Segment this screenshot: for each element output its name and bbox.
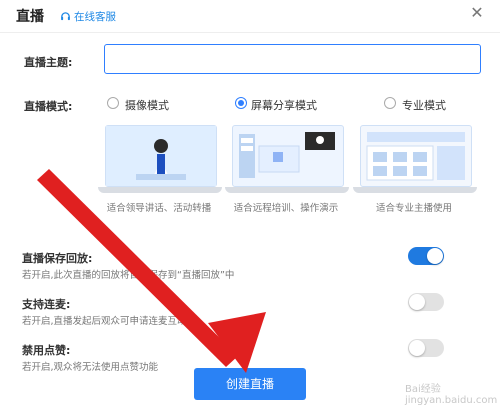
grid-layout-icon	[366, 132, 465, 181]
professional-caption: 适合专业主播使用	[375, 203, 452, 214]
mode-option-label: 摄像模式	[125, 99, 169, 112]
save-replay-title: 直播保存回放:	[22, 252, 93, 265]
mode-option-label: 专业模式	[402, 99, 446, 112]
co-host-desc: 若开启,直播发起后观众可申请连麦互动	[22, 316, 187, 327]
disable-likes-desc: 若开启,观众将无法使用点赞功能	[22, 362, 159, 373]
toggle-knob	[409, 294, 425, 310]
disable-likes-title: 禁用点赞:	[22, 344, 71, 357]
close-button[interactable]: ✕	[468, 4, 486, 22]
headset-icon	[61, 12, 70, 21]
disable-likes-toggle[interactable]	[408, 339, 444, 357]
topic-label: 直播主题:	[24, 56, 73, 69]
camera-preview-screen	[105, 125, 217, 187]
screen-share-preview-screen	[232, 125, 344, 187]
watermark: Bai经验 jingyan.baidu.com	[405, 384, 498, 406]
mode-option-label: 屏幕分享模式	[251, 99, 317, 112]
radio-professional[interactable]	[384, 97, 396, 109]
toggle-knob	[427, 248, 443, 264]
presenter-icon	[106, 126, 216, 186]
co-host-toggle[interactable]	[408, 293, 444, 311]
dialog-title: 直播	[16, 9, 44, 25]
professional-preview-screen	[360, 125, 472, 187]
mode-option-camera[interactable]: 摄像模式	[107, 97, 227, 113]
mode-option-professional[interactable]: 专业模式	[384, 97, 500, 113]
mode-option-screen-share[interactable]: 屏幕分享模式	[235, 97, 375, 113]
customer-service-link[interactable]: 在线客服	[60, 9, 116, 24]
toggle-knob	[409, 340, 425, 356]
create-live-button[interactable]: 创建直播	[194, 368, 306, 400]
radio-camera[interactable]	[107, 97, 119, 109]
save-replay-toggle[interactable]	[408, 247, 444, 265]
customer-service-label: 在线客服	[74, 11, 116, 23]
close-icon: ✕	[470, 3, 484, 22]
mode-label: 直播模式:	[24, 100, 73, 113]
professional-mode-preview[interactable]	[353, 125, 477, 193]
screen-share-icon	[239, 132, 335, 178]
radio-screen-share[interactable]	[235, 97, 247, 109]
save-replay-desc: 若开启,此次直播的回放将自动保存到“直播回放”中	[22, 270, 235, 281]
screen-share-mode-preview[interactable]	[225, 125, 349, 193]
camera-mode-preview[interactable]	[98, 125, 222, 193]
co-host-title: 支持连麦:	[22, 298, 71, 311]
topic-input[interactable]	[104, 44, 481, 74]
